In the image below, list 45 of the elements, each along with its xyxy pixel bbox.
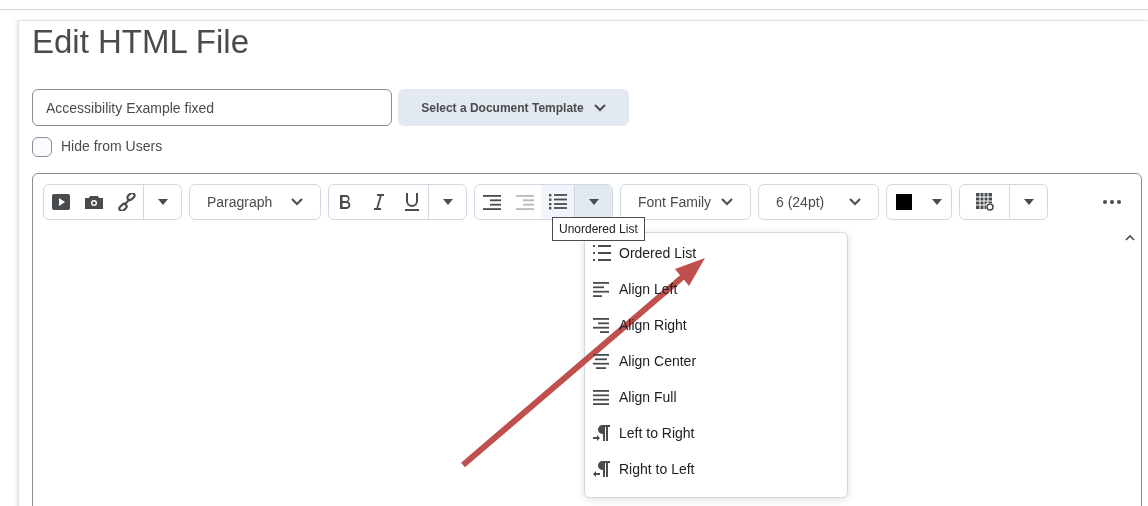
play-icon	[51, 194, 70, 210]
caret-icon	[588, 199, 599, 205]
align-justify-icon	[593, 389, 611, 405]
right-to-left-icon	[593, 460, 611, 478]
list-more-button[interactable]	[574, 185, 612, 219]
menu-item[interactable]: Ordered List	[585, 243, 697, 263]
chevron-down-icon	[721, 198, 733, 206]
left-to-right-icon	[593, 424, 611, 442]
align-left-icon	[593, 281, 611, 297]
font-size-select[interactable]: 6 (24pt)	[758, 184, 879, 220]
chevron-down-icon	[593, 103, 606, 112]
checkbox-label: Hide from Users	[61, 137, 163, 156]
numbered-list-icon	[593, 244, 611, 262]
page-title: Edit HTML File	[32, 25, 249, 58]
scroll-up-icon[interactable]	[1125, 234, 1135, 241]
menu-item[interactable]: Align Full	[585, 387, 677, 407]
text-color-button[interactable]	[886, 184, 952, 220]
table-icon	[975, 193, 994, 211]
tooltip: Unordered List	[552, 217, 645, 241]
align-right-icon	[593, 317, 611, 333]
caret-icon	[932, 199, 942, 205]
menu-item[interactable]: Right to Left	[585, 459, 695, 479]
document-template-button[interactable]: Select a Document Template	[398, 89, 629, 126]
indent-icon	[482, 194, 501, 210]
bulleted-list-icon	[548, 194, 567, 210]
underline-icon	[404, 193, 419, 211]
camera-icon	[84, 195, 103, 209]
hide-checkbox[interactable]	[32, 136, 52, 157]
link-icon	[117, 193, 136, 211]
paragraph-select[interactable]: Paragraph	[189, 184, 321, 220]
caret-icon	[1023, 199, 1034, 205]
italic-icon	[373, 194, 384, 210]
color-swatch	[896, 194, 912, 210]
ellipsis-icon	[1103, 200, 1121, 204]
title-input-field[interactable]: Accessibility Example fixed	[32, 89, 392, 126]
menu-item[interactable]: Align Center	[585, 351, 697, 371]
caret-icon	[442, 199, 453, 205]
font-family-select[interactable]: Font Family	[620, 184, 751, 220]
caret-icon	[157, 199, 168, 205]
menu-item[interactable]: Left to Right	[585, 423, 695, 443]
align-center-icon	[593, 353, 611, 369]
bold-icon	[339, 194, 352, 210]
chevron-down-icon	[291, 198, 303, 206]
bulleted-list-button[interactable]	[541, 185, 574, 219]
chevron-down-icon	[849, 198, 861, 206]
